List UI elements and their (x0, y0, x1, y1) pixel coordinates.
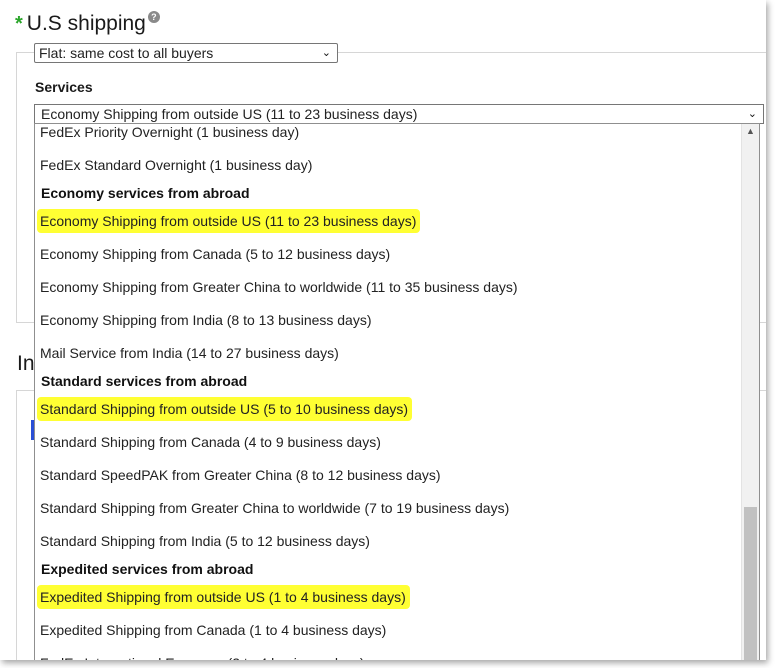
us-shipping-heading: * U.S shipping ? (15, 10, 160, 38)
option-label: Expedited Shipping from Canada (1 to 4 b… (40, 622, 387, 638)
service-option[interactable]: Mail Service from India (14 to 27 busine… (35, 337, 741, 370)
option-label: Standard SpeedPAK from Greater China (8 … (40, 467, 441, 483)
option-label: Economy Shipping from Greater China to w… (40, 279, 518, 295)
service-option[interactable]: Economy Shipping from India (8 to 13 bus… (35, 304, 741, 337)
option-label: FedEx Priority Overnight (1 business day… (40, 124, 300, 140)
service-option[interactable]: Standard SpeedPAK from Greater China (8 … (35, 459, 741, 492)
shipping-panel: * U.S shipping ? Flat: same cost to all … (0, 0, 766, 660)
shipping-type-value: Flat: same cost to all buyers (39, 45, 214, 61)
required-marker: * (15, 12, 23, 35)
service-option[interactable]: FedEx International Economy (2 to 4 busi… (35, 647, 741, 660)
service-option[interactable]: Expedited Shipping from Canada (1 to 4 b… (35, 614, 741, 647)
option-group-header: Standard services from abroad (35, 370, 741, 393)
service-option[interactable]: Standard Shipping from Greater China to … (35, 492, 741, 525)
service-option[interactable]: FedEx Standard Overnight (1 business day… (35, 149, 741, 182)
option-label: Standard Shipping from Canada (4 to 9 bu… (40, 434, 381, 450)
highlighted-option-label: Standard Shipping from outside US (5 to … (37, 397, 413, 421)
service-option[interactable]: Economy Shipping from Canada (5 to 12 bu… (35, 238, 741, 271)
option-label: Standard Shipping from Greater China to … (40, 500, 510, 516)
services-select[interactable]: Economy Shipping from outside US (11 to … (34, 104, 764, 124)
scrollbar-thumb[interactable] (744, 507, 757, 660)
option-group-label: Economy services from abroad (41, 185, 250, 201)
option-label: Economy Shipping from India (8 to 13 bus… (40, 312, 372, 328)
option-group-label: Expedited services from abroad (41, 561, 254, 577)
chevron-down-icon: ⌄ (321, 47, 331, 59)
highlighted-option-label: Economy Shipping from outside US (11 to … (37, 209, 421, 233)
service-option[interactable]: Standard Shipping from Canada (4 to 9 bu… (35, 426, 741, 459)
shipping-type-select[interactable]: Flat: same cost to all buyers ⌄ (34, 43, 338, 63)
service-option[interactable]: Economy Shipping from outside US (11 to … (35, 205, 741, 238)
fieldset-border (16, 52, 17, 322)
option-group-header: Expedited services from abroad (35, 558, 741, 581)
scrollbar[interactable]: ▲ (741, 124, 759, 660)
option-group-label: Standard services from abroad (41, 373, 248, 389)
options-list: FedEx Priority Overnight (1 business day… (35, 124, 741, 660)
service-option[interactable]: Standard Shipping from India (5 to 12 bu… (35, 525, 741, 558)
chevron-down-icon: ⌄ (747, 108, 757, 120)
second-section-heading: In (17, 352, 35, 375)
option-label: Mail Service from India (14 to 27 busine… (40, 345, 339, 361)
service-option[interactable]: Standard Shipping from outside US (5 to … (35, 393, 741, 426)
services-label: Services (35, 79, 93, 95)
service-option[interactable]: FedEx Priority Overnight (1 business day… (35, 124, 741, 149)
help-icon[interactable]: ? (147, 11, 160, 23)
service-option[interactable]: Expedited Shipping from outside US (1 to… (35, 581, 741, 614)
option-label: FedEx International Economy (2 to 4 busi… (40, 655, 365, 660)
services-selected-value: Economy Shipping from outside US (11 to … (41, 106, 418, 122)
fieldset-border (16, 390, 17, 660)
option-label: FedEx Standard Overnight (1 business day… (40, 157, 313, 173)
scroll-up-icon[interactable]: ▲ (746, 126, 755, 136)
option-label: Standard Shipping from India (5 to 12 bu… (40, 533, 370, 549)
highlighted-option-label: Expedited Shipping from outside US (1 to… (37, 585, 410, 609)
section-title: U.S shipping (26, 12, 146, 35)
option-group-header: Economy services from abroad (35, 182, 741, 205)
service-option[interactable]: Economy Shipping from Greater China to w… (35, 271, 741, 304)
option-label: Economy Shipping from Canada (5 to 12 bu… (40, 246, 391, 262)
services-dropdown-list[interactable]: FedEx Priority Overnight (1 business day… (34, 123, 760, 660)
